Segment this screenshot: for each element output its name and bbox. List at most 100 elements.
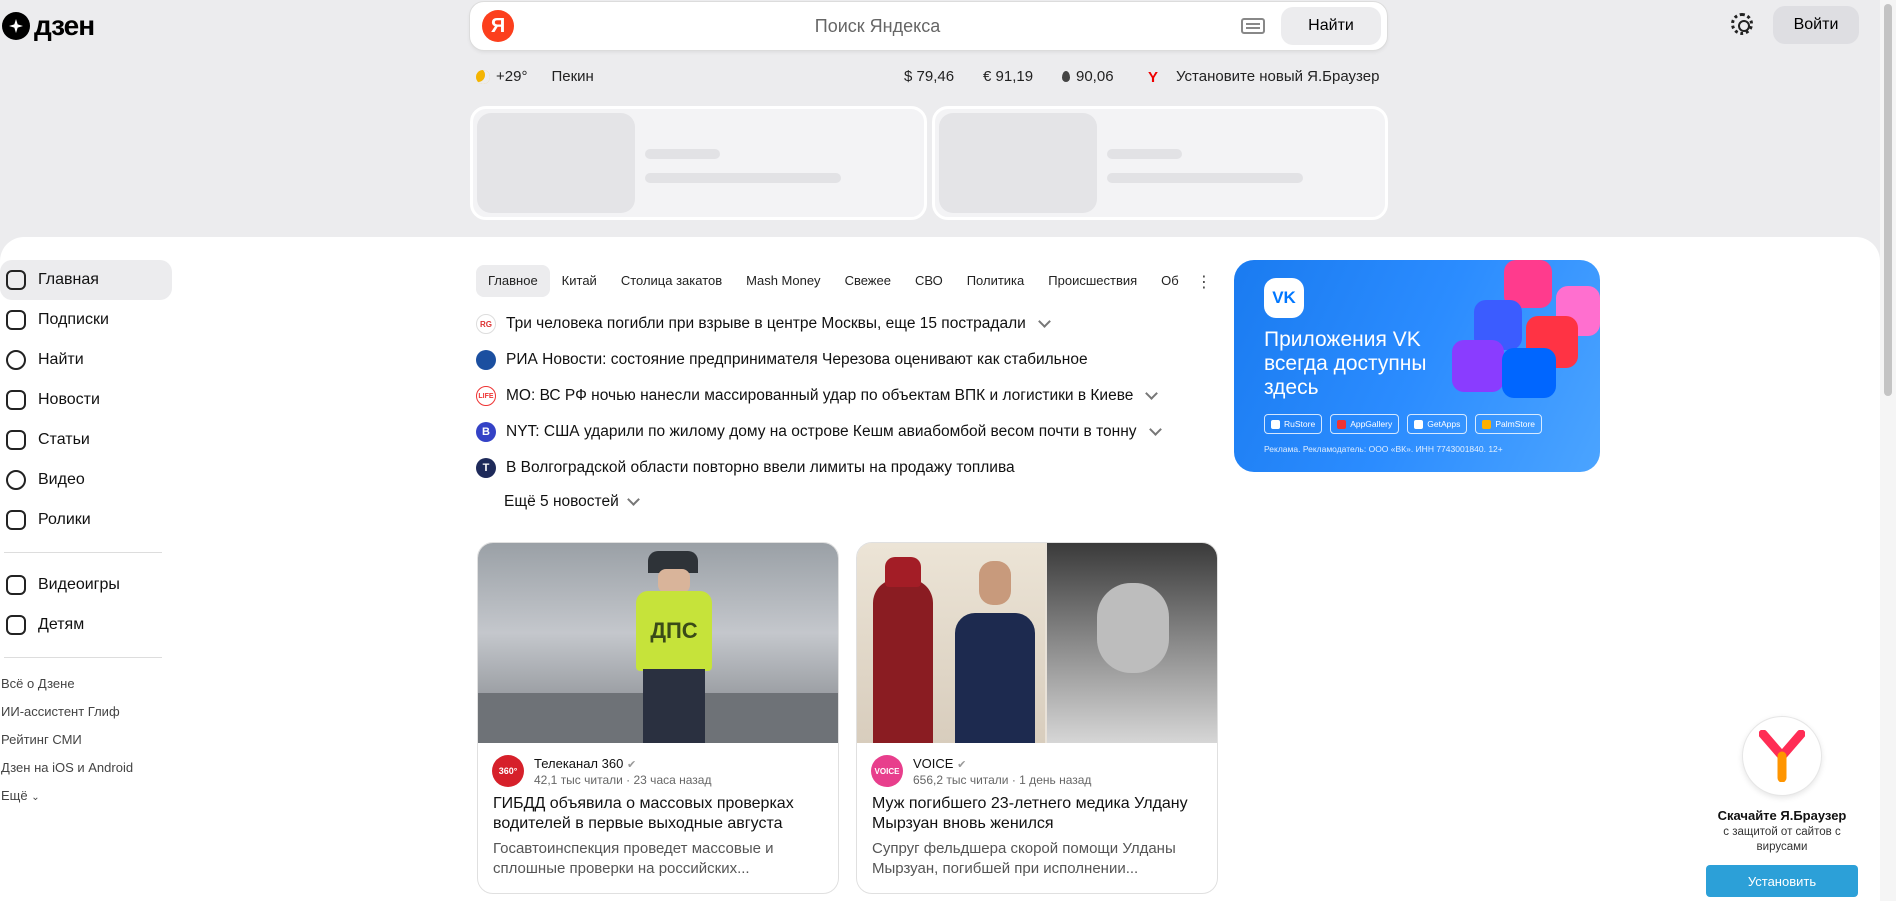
sidebar-item-label: Найти [38,351,84,368]
card-title[interactable]: Муж погибшего 23-летнего медика Улдану М… [872,794,1207,834]
placeholder-card-left [470,106,927,220]
avatar[interactable]: 360° [492,755,524,787]
sidebar-divider [4,552,162,553]
card-meta: VOICE VOICE ✔ 656,2 тыс читали · 1 день … [871,755,1091,787]
avatar[interactable]: VOICE [871,755,903,787]
card-title[interactable]: ГИБДД объявила о массовых проверках води… [493,794,828,834]
more-news-button[interactable]: Ещё 5 новостей [504,493,640,511]
weather-widget[interactable]: +29° Пекин [476,68,594,85]
store-badge-palmstore[interactable]: PalmStore [1475,414,1543,434]
sidebar-item-news[interactable]: Новости [0,380,172,420]
news-item[interactable]: RG Три человека погибли при взрыве в цен… [476,310,1216,338]
temperature: +29° [496,68,528,85]
yandex-logo-icon[interactable]: Я [482,10,514,42]
tab-sunset-capital[interactable]: Столица закатов [609,265,734,297]
scroll-thumb[interactable] [1884,4,1892,396]
news-headline: МО: ВС РФ ночью нанесли массированный уд… [506,387,1134,404]
store-name: PalmStore [1495,419,1536,429]
verified-icon: ✔ [957,758,967,771]
card-description: Супруг фельдшера скорой помощи Улданы Мы… [872,840,1176,877]
tab-politics[interactable]: Политика [955,265,1037,297]
news-headline: NYT: США ударили по жилому дому на остро… [506,423,1137,440]
tab-incidents[interactable]: Происшествия [1036,265,1149,297]
vk-ad-banner[interactable]: VK Приложения VK всегда доступны здесь R… [1234,260,1600,472]
chevron-down-icon[interactable] [1148,423,1162,436]
placeholder-line [1107,149,1182,159]
placeholder-image [939,113,1097,213]
link-mobile-apps[interactable]: Дзен на iOS и Android [0,754,172,782]
placeholder-line [645,149,720,159]
link-more[interactable]: Ещё ⌄ [0,782,172,810]
news-item[interactable]: РИА Новости: состояние предпринимателя Ч… [476,346,1216,374]
currency-usd[interactable]: $ 79,46 [904,68,954,85]
sidebar-item-search[interactable]: Найти [0,340,172,380]
oil-price[interactable]: 90,06 [1062,68,1114,85]
news-headline: РИА Новости: состояние предпринимателя Ч… [506,351,1088,368]
appgallery-icon [1337,419,1347,429]
placeholder-image [477,113,635,213]
sidebar-item-shorts[interactable]: Ролики [0,500,172,540]
tab-china[interactable]: Китай [550,265,609,297]
card-meta: 360° Телеканал 360 ✔ 42,1 тыс читали · 2… [492,755,711,787]
news-item[interactable]: LIFE МО: ВС РФ ночью нанесли массированн… [476,382,1216,410]
news-item[interactable]: B NYT: США ударили по жилому дому на ост… [476,418,1216,446]
tab-mash-money[interactable]: Mash Money [734,265,832,297]
tab-svo[interactable]: СВО [903,265,955,297]
dzen-logo[interactable]: дзен [2,10,95,42]
tab-main[interactable]: Главное [476,265,550,297]
article-card[interactable]: ДПС 360° Телеканал 360 ✔ 42,1 тыс читали… [477,542,839,894]
sidebar-item-label: Видео [38,471,85,488]
install-button[interactable]: Установить [1706,865,1858,897]
link-media-rating[interactable]: Рейтинг СМИ [0,726,172,754]
card-stats: 42,1 тыс читали · 23 часа назад [534,772,712,787]
sidebar-item-label: Новости [38,391,100,408]
browser-promo-text: Установите новый Я.Браузер [1176,68,1380,85]
tab-more-truncated[interactable]: Об [1149,265,1191,297]
placeholder-line [645,173,841,183]
article-card[interactable]: VOICE VOICE ✔ 656,2 тыс читали · 1 день … [856,542,1218,894]
placeholder-line [1107,173,1303,183]
sidebar-item-video[interactable]: Видео [0,460,172,500]
vk-logo-icon: VK [1264,278,1304,318]
store-badge-rustore[interactable]: RuStore [1264,414,1323,434]
tab-fresh[interactable]: Свежее [833,265,903,297]
more-dots-icon[interactable]: ⋮ [1196,272,1212,292]
chevron-down-icon [626,493,640,506]
search-input[interactable] [514,15,1241,37]
verified-icon: ✔ [626,758,637,771]
store-badge-getapps[interactable]: GetApps [1407,414,1468,434]
gear-icon[interactable] [1731,13,1753,35]
link-ai-assistant[interactable]: ИИ-ассистент Глиф [0,698,172,726]
promo-subtitle: с защитой от сайтов с вирусами [1723,826,1841,853]
store-name: AppGallery [1350,419,1393,429]
card-source[interactable]: Телеканал 360 ✔ [534,756,711,771]
chevron-down-icon[interactable] [1145,387,1159,400]
card-stats: 656,2 тыс читали · 1 день назад [913,772,1092,787]
chevron-down-icon[interactable] [1037,315,1051,328]
news-item[interactable]: T В Волгоградской области повторно ввели… [476,454,1216,482]
usd-rate: $ 79,46 [904,68,955,85]
article-image [857,543,1217,743]
keyboard-icon[interactable] [1241,18,1265,34]
shorts-icon [6,510,26,530]
sidebar-item-subscriptions[interactable]: Подписки [0,300,172,340]
link-about-dzen[interactable]: Всё о Дзене [0,670,172,698]
browser-promo-link[interactable]: Y Установите новый Я.Браузер [1148,68,1380,86]
yandex-browser-logo-icon[interactable] [1742,716,1822,796]
card-source[interactable]: VOICE ✔ [913,756,1091,771]
sidebar-item-kids[interactable]: Детям [0,605,172,645]
sidebar-item-articles[interactable]: Статьи [0,420,172,460]
search-button[interactable]: Найти [1281,7,1381,45]
moon-icon [476,69,490,84]
source-logo-icon: T [476,458,496,478]
oil-rate: 90,06 [1076,68,1114,85]
sidebar: Главная Подписки Найти Новости Статьи Ви… [0,260,172,810]
scrollbar[interactable] [1880,0,1896,901]
yandex-browser-icon: Y [1148,68,1159,86]
sidebar-item-videogames[interactable]: Видеоигры [0,565,172,605]
gamepad-icon [6,575,26,595]
currency-eur[interactable]: € 91,19 [983,68,1033,85]
store-badge-appgallery[interactable]: AppGallery [1330,414,1400,434]
sidebar-item-home[interactable]: Главная [0,260,172,300]
login-button[interactable]: Войти [1773,6,1859,44]
